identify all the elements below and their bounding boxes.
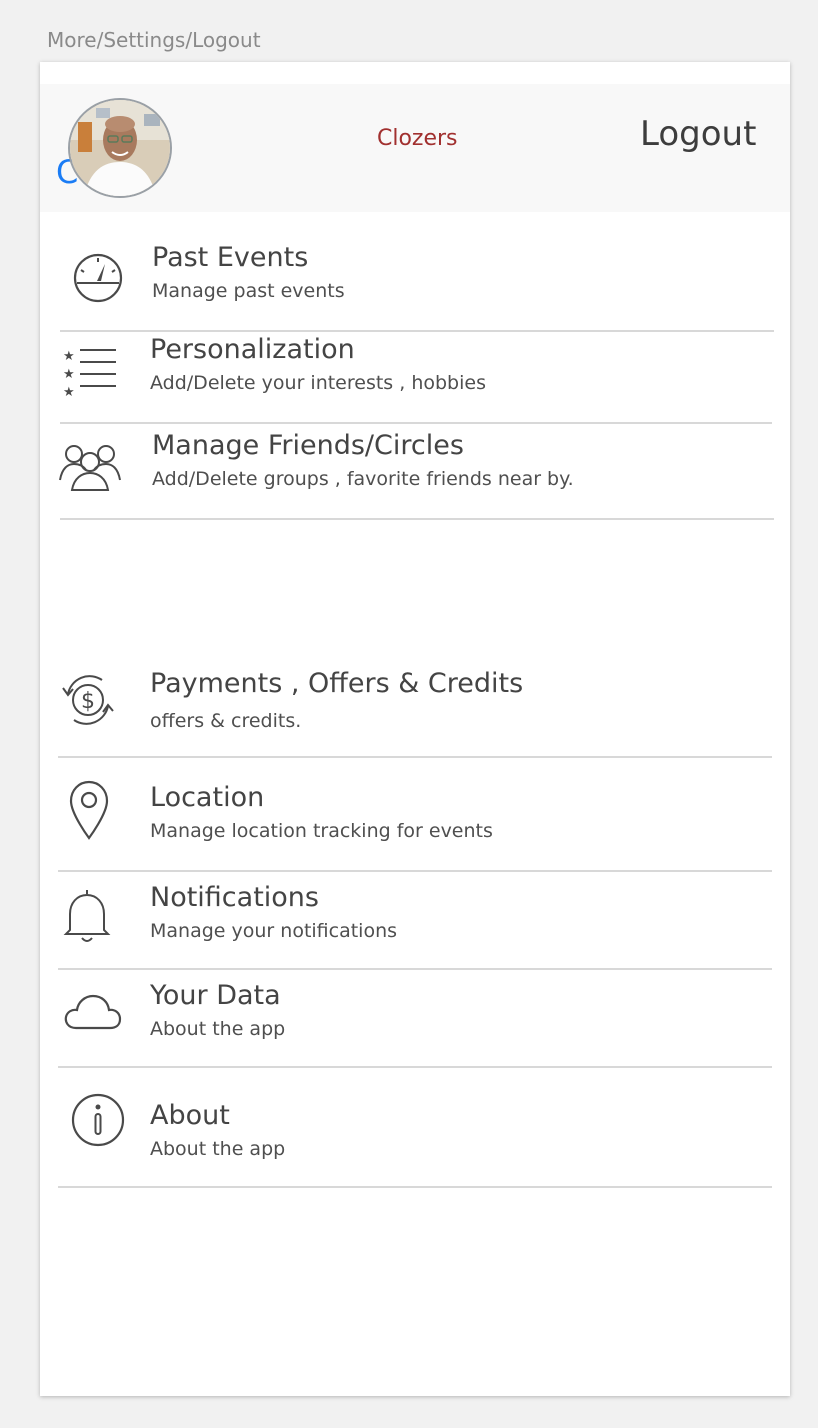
menu-item-about[interactable]: About About the app (40, 1068, 790, 1186)
logout-button[interactable]: Logout (640, 114, 756, 154)
menu-item-notifications[interactable]: Notifications Manage your notifications (40, 872, 790, 968)
header-bar: C Clozers Logout (40, 84, 790, 212)
info-icon (71, 1093, 125, 1147)
menu-item-subtitle: Manage location tracking for events (150, 820, 493, 842)
menu-item-your-data[interactable]: Your Data About the app (40, 970, 790, 1066)
user-photo-icon (70, 100, 170, 196)
speedometer-icon (73, 253, 123, 303)
svg-text:$: $ (81, 689, 95, 714)
menu-item-subtitle: Add/Delete your interests , hobbies (150, 372, 486, 394)
page-label: More/Settings/Logout (47, 28, 261, 52)
menu-item-title: Your Data (150, 980, 281, 1011)
menu-item-subtitle: offers & credits. (150, 710, 302, 732)
svg-text:★: ★ (63, 367, 75, 382)
menu-item-title: Notifications (150, 882, 319, 913)
menu-item-subtitle: Manage past events (152, 280, 345, 302)
menu-item-title: Personalization (150, 334, 355, 365)
menu-item-title: Past Events (152, 242, 309, 273)
menu-item-subtitle: About the app (150, 1018, 286, 1040)
group-icon (59, 445, 121, 491)
menu-item-subtitle: About the app (150, 1138, 286, 1160)
menu-item-friends-circles[interactable]: Manage Friends/Circles Add/Delete groups… (40, 424, 790, 518)
bell-icon (63, 890, 111, 942)
divider (60, 518, 774, 520)
cloud-icon (64, 994, 122, 1030)
location-pin-icon (69, 780, 109, 840)
menu-item-subtitle: Add/Delete groups , favorite friends nea… (152, 468, 574, 490)
svg-text:★: ★ (63, 385, 75, 400)
svg-text:★: ★ (63, 349, 75, 364)
menu-item-location[interactable]: Location Manage location tracking for ev… (40, 758, 790, 870)
menu-item-past-events[interactable]: Past Events Manage past events (40, 222, 790, 330)
menu-item-title: Payments , Offers & Credits (150, 668, 524, 699)
menu-item-personalization[interactable]: ★ ★ ★ Personalization Add/Delete your in… (40, 332, 790, 422)
starred-list-icon: ★ ★ ★ (63, 349, 116, 400)
dollar-refresh-icon: $ (62, 675, 114, 725)
menu-item-payments[interactable]: $ Payments , Offers & Credits offers & c… (40, 654, 790, 756)
avatar[interactable] (68, 98, 172, 198)
avatar-group[interactable]: C (56, 98, 172, 202)
brand-title: Clozers (377, 126, 458, 151)
menu-item-title: About (150, 1100, 230, 1131)
phone-screen: C Clozers Logout Past Events Manage past… (40, 62, 790, 1396)
divider (58, 1186, 772, 1188)
menu-item-title: Manage Friends/Circles (152, 430, 464, 461)
menu-item-subtitle: Manage your notifications (150, 920, 398, 942)
menu-item-title: Location (150, 782, 265, 813)
